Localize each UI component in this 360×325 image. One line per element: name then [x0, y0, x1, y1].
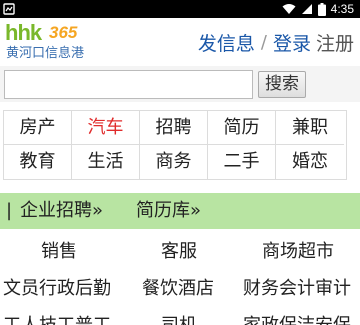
job-category-supermarket[interactable]: 商场超市 [262, 240, 334, 264]
job-category-admin[interactable]: 文员行政后勤 [3, 277, 111, 301]
search-row: 搜索 [0, 66, 360, 102]
job-category-driver[interactable]: 司机 [161, 314, 197, 325]
status-bar-left [3, 1, 15, 17]
job-category-housekeeping[interactable]: 家政保洁安保 [243, 314, 351, 325]
job-category-sales[interactable]: 销售 [41, 240, 77, 264]
category-resume[interactable]: 简历 [208, 111, 276, 145]
job-category-list: 销售 客服 商场超市 文员行政后勤 餐饮酒店 财务会计审计 工人技工普工 司机 … [0, 235, 360, 325]
category-house[interactable]: 房产 [4, 111, 72, 145]
search-button[interactable]: 搜索 [258, 71, 306, 98]
section-marker: | [6, 200, 13, 221]
logo-subtitle: 黄河口信息港 [6, 46, 85, 61]
category-secondhand[interactable]: 二手 [208, 145, 276, 179]
job-category-finance[interactable]: 财务会计审计 [243, 277, 351, 301]
battery-icon [317, 2, 326, 16]
category-grid: 房产 汽车 招聘 简历 兼职 教育 生活 商务 二手 婚恋 [3, 110, 347, 180]
signal-icon [301, 4, 312, 14]
logo-number: 365 [49, 23, 78, 42]
link-separator: / [260, 31, 267, 53]
category-life[interactable]: 生活 [72, 145, 140, 179]
status-time: 4:35 [330, 2, 354, 16]
notification-icon [3, 3, 15, 15]
status-bar: 4:35 [0, 0, 360, 18]
category-marriage[interactable]: 婚恋 [276, 145, 344, 179]
register-link[interactable]: 注册 [316, 29, 354, 56]
post-info-link[interactable]: 发信息 [198, 29, 255, 56]
category-education[interactable]: 教育 [4, 145, 72, 179]
job-category-customer-service[interactable]: 客服 [161, 240, 197, 264]
search-input[interactable] [4, 70, 253, 99]
logo-brand: hhk [5, 20, 42, 45]
job-category-catering[interactable]: 餐饮酒店 [142, 277, 214, 301]
category-business[interactable]: 商务 [140, 145, 208, 179]
site-logo[interactable]: hhk 365 黄河口信息港 [5, 22, 105, 62]
resume-library-link[interactable]: 简历库» [136, 199, 201, 223]
category-recruit[interactable]: 招聘 [140, 111, 208, 145]
login-link[interactable]: 登录 [273, 29, 311, 56]
status-bar-right: 4:35 [282, 1, 354, 17]
enterprise-recruit-link[interactable]: 企业招聘» [20, 199, 103, 223]
job-category-worker[interactable]: 工人技工普工 [3, 314, 111, 325]
wifi-icon [282, 4, 296, 14]
category-car[interactable]: 汽车 [72, 111, 140, 145]
recruit-section-bar: | 企业招聘» 简历库» [0, 193, 360, 229]
site-header: hhk 365 黄河口信息港 发信息 / 登录 注册 [0, 18, 360, 66]
category-parttime[interactable]: 兼职 [276, 111, 344, 145]
user-links: 发信息 / 登录 注册 [198, 28, 354, 56]
